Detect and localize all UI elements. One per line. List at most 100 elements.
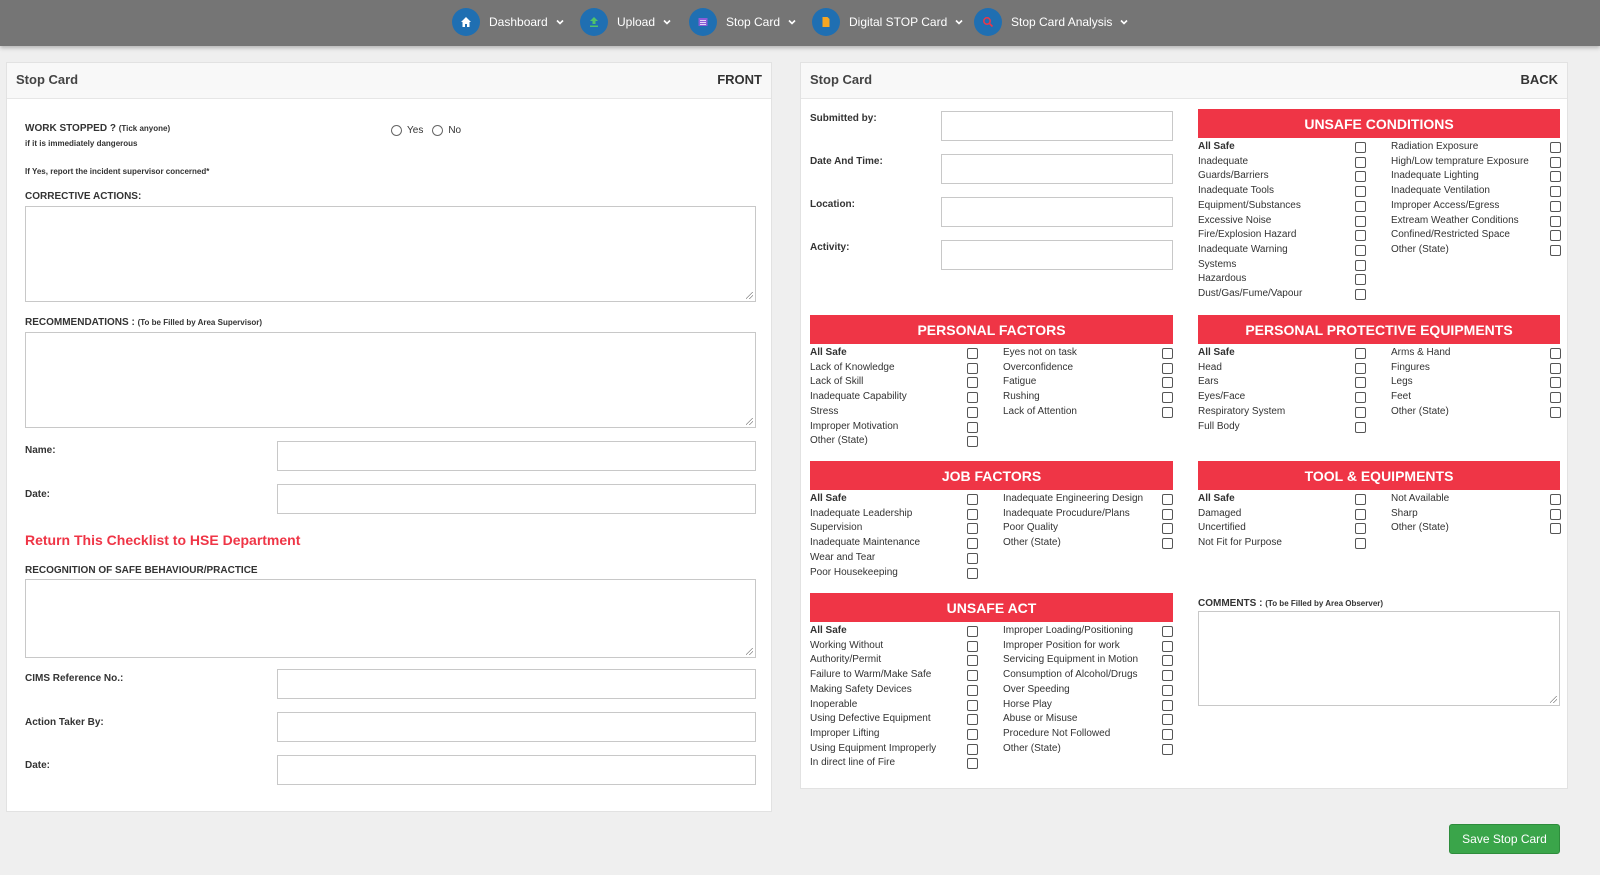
- checklist-checkbox[interactable]: [967, 392, 978, 404]
- checklist-checkbox[interactable]: [1550, 362, 1561, 374]
- checklist-checkbox[interactable]: [1162, 348, 1173, 359]
- checklist-checkbox[interactable]: [967, 640, 978, 652]
- checklist-checkbox[interactable]: [1162, 670, 1173, 682]
- checklist-checkbox[interactable]: [967, 670, 978, 682]
- checklist-checkbox[interactable]: [1162, 406, 1173, 418]
- checklist-checkbox[interactable]: [967, 699, 978, 711]
- checklist-checkbox[interactable]: [967, 728, 978, 740]
- checklist-checkbox[interactable]: [1162, 640, 1173, 652]
- checklist-checkbox[interactable]: [1355, 156, 1366, 168]
- yes-radio[interactable]: [391, 125, 402, 136]
- checklist-checkbox[interactable]: [1550, 171, 1561, 183]
- checklist-checkbox[interactable]: [1550, 348, 1561, 359]
- checklist-checkbox[interactable]: [1162, 684, 1173, 696]
- checklist-checkbox[interactable]: [1355, 259, 1366, 271]
- checklist-checkbox[interactable]: [1550, 215, 1561, 227]
- checklist-checkbox[interactable]: [1162, 655, 1173, 667]
- nav-dashboard[interactable]: Dashboard: [452, 7, 565, 37]
- name-input[interactable]: [277, 441, 756, 471]
- checklist-checkbox[interactable]: [1162, 714, 1173, 726]
- checklist-checkbox[interactable]: [1550, 142, 1561, 153]
- checklist-checkbox[interactable]: [1355, 142, 1366, 153]
- nav-digital-stop-card[interactable]: Digital STOP Card: [812, 7, 964, 37]
- checklist-checkbox[interactable]: [1162, 728, 1173, 740]
- action-taker-input[interactable]: [277, 712, 756, 742]
- checklist-checkbox[interactable]: [967, 684, 978, 696]
- checklist-checkbox[interactable]: [1355, 348, 1366, 359]
- checklist-checkbox[interactable]: [1162, 377, 1173, 389]
- checklist-checkbox[interactable]: [967, 743, 978, 755]
- checklist-checkbox[interactable]: [1355, 289, 1366, 300]
- submitted-by-input[interactable]: [941, 111, 1173, 141]
- checklist-checkbox[interactable]: [967, 758, 978, 770]
- checklist-checkbox[interactable]: [967, 508, 978, 520]
- checklist-checkbox[interactable]: [1355, 171, 1366, 183]
- comments-textarea[interactable]: [1198, 611, 1560, 706]
- checklist-checkbox[interactable]: [1162, 626, 1173, 637]
- checklist-checkbox[interactable]: [1355, 274, 1366, 286]
- checklist-checkbox[interactable]: [1355, 494, 1366, 505]
- checklist-checkbox[interactable]: [967, 538, 978, 550]
- checklist-checkbox[interactable]: [1355, 200, 1366, 212]
- date2-input[interactable]: [277, 755, 756, 785]
- checklist-checkbox[interactable]: [967, 523, 978, 535]
- checklist-checkbox[interactable]: [967, 655, 978, 667]
- checklist-checkbox[interactable]: [967, 421, 978, 433]
- nav-stop-card-analysis[interactable]: Stop Card Analysis: [974, 7, 1129, 37]
- checklist-checkbox[interactable]: [1355, 215, 1366, 227]
- corrective-actions-textarea[interactable]: [25, 206, 756, 302]
- checklist-checkbox[interactable]: [1355, 538, 1366, 550]
- checklist-checkbox[interactable]: [1355, 421, 1366, 433]
- location-input[interactable]: [941, 197, 1173, 227]
- checklist-checkbox[interactable]: [1550, 230, 1561, 242]
- checklist-checkbox[interactable]: [1355, 186, 1366, 198]
- checklist-checkbox[interactable]: [1355, 523, 1366, 535]
- checklist-checkbox[interactable]: [967, 362, 978, 374]
- date-input[interactable]: [277, 484, 756, 514]
- checklist-checkbox[interactable]: [1355, 230, 1366, 242]
- checklist-checkbox[interactable]: [967, 406, 978, 418]
- recommendations-textarea[interactable]: [25, 332, 756, 428]
- checklist-checkbox[interactable]: [1550, 508, 1561, 520]
- nav-stop-card[interactable]: Stop Card: [689, 7, 797, 37]
- no-radio[interactable]: [432, 125, 444, 136]
- checklist-checkbox[interactable]: [1355, 377, 1366, 389]
- checklist-checkbox[interactable]: [1162, 743, 1173, 755]
- checklist-checkbox[interactable]: [1162, 362, 1173, 374]
- checklist-checkbox[interactable]: [1162, 508, 1173, 520]
- checklist-checkbox[interactable]: [1162, 538, 1173, 550]
- checklist-checkbox[interactable]: [1550, 200, 1561, 212]
- checklist-checkbox[interactable]: [1355, 392, 1366, 404]
- save-stop-card-button[interactable]: Save Stop Card: [1449, 824, 1560, 854]
- checklist-checkbox[interactable]: [1162, 392, 1173, 404]
- checklist-checkbox[interactable]: [1355, 508, 1366, 520]
- checklist-checkbox[interactable]: [1355, 244, 1366, 256]
- checklist-checkbox[interactable]: [1162, 494, 1173, 505]
- checklist-checkbox[interactable]: [1550, 494, 1561, 505]
- checklist-checkbox[interactable]: [967, 567, 978, 579]
- checklist-checkbox[interactable]: [1162, 523, 1173, 535]
- checklist-checkbox[interactable]: [967, 494, 978, 505]
- checklist-checkbox[interactable]: [1355, 362, 1366, 374]
- checklist-checkbox[interactable]: [967, 626, 978, 637]
- checklist-checkbox[interactable]: [1550, 392, 1561, 404]
- cims-input[interactable]: [277, 669, 756, 699]
- tick-anyone-note: (Tick anyone): [118, 124, 171, 133]
- checklist-checkbox[interactable]: [1550, 186, 1561, 198]
- date-time-input[interactable]: [941, 154, 1173, 184]
- checklist-checkbox[interactable]: [1162, 699, 1173, 711]
- checklist-checkbox[interactable]: [967, 348, 978, 359]
- checklist-checkbox[interactable]: [1550, 156, 1561, 168]
- checklist-checkbox[interactable]: [1550, 377, 1561, 389]
- checklist-checkbox[interactable]: [1550, 406, 1561, 418]
- checklist-checkbox[interactable]: [1550, 523, 1561, 535]
- checklist-checkbox[interactable]: [967, 377, 978, 389]
- recognition-textarea[interactable]: [25, 579, 756, 658]
- checklist-checkbox[interactable]: [1355, 406, 1366, 418]
- checklist-checkbox[interactable]: [967, 552, 978, 564]
- nav-upload[interactable]: Upload: [580, 7, 672, 37]
- checklist-checkbox[interactable]: [967, 714, 978, 726]
- activity-input[interactable]: [941, 240, 1173, 270]
- checklist-checkbox[interactable]: [1550, 244, 1561, 256]
- checklist-checkbox[interactable]: [967, 436, 978, 448]
